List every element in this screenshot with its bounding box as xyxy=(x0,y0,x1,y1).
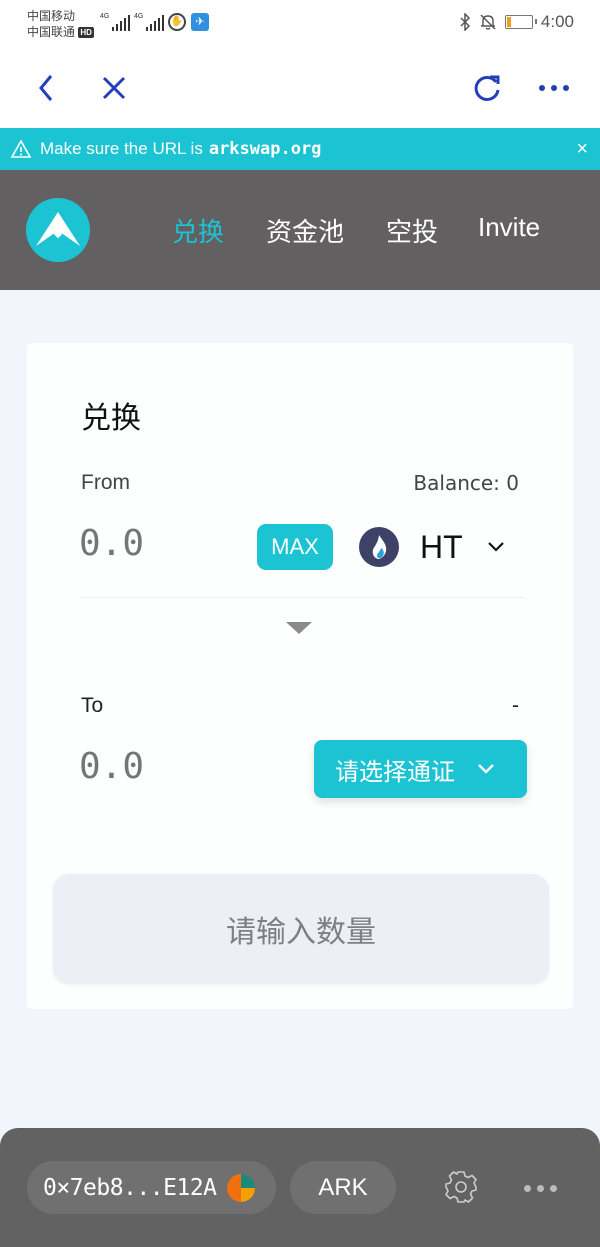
url-warning-domain: arkswap.org xyxy=(208,139,322,159)
carrier-2: 中国联通 xyxy=(27,25,76,39)
carrier-info: 中国移动 中国联通 HD xyxy=(27,8,94,40)
from-token-name: HT xyxy=(420,528,463,565)
close-page-button[interactable] xyxy=(96,70,132,106)
account-avatar-icon xyxy=(226,1173,255,1202)
account-button[interactable]: 0×7eb8...E12A xyxy=(27,1161,276,1214)
dot-icon xyxy=(536,1184,544,1192)
from-amount-input[interactable] xyxy=(79,523,229,564)
from-token-select[interactable]: HT xyxy=(359,524,519,570)
hand-icon: ✋ xyxy=(168,13,186,31)
swap-title: 兑换 xyxy=(81,402,141,435)
from-balance: Balance: 0 xyxy=(413,471,519,495)
chevron-down-icon xyxy=(487,542,504,552)
select-token-label: 请选择通证 xyxy=(335,758,455,786)
more-menu-button[interactable] xyxy=(536,70,572,106)
arkswap-logo[interactable] xyxy=(26,198,90,262)
select-token-button[interactable]: 请选择通证 xyxy=(314,740,527,798)
to-label: To xyxy=(81,694,104,717)
swap-direction-arrow-icon[interactable] xyxy=(286,622,312,634)
gear-icon xyxy=(445,1171,477,1203)
back-button[interactable] xyxy=(28,70,64,106)
account-address: 0×7eb8...E12A xyxy=(43,1174,217,1201)
status-bar: 中国移动 中国联通 HD 4G 4G ✋ ✈ 4:00 xyxy=(0,0,600,48)
logo-icon xyxy=(36,212,80,246)
close-icon[interactable]: × xyxy=(576,138,588,161)
enter-amount-button[interactable]: 请输入数量 xyxy=(53,874,549,984)
more-horizontal-icon xyxy=(539,85,569,91)
to-amount-input[interactable] xyxy=(79,746,229,787)
settings-button[interactable] xyxy=(443,1169,483,1207)
url-warning-banner: Make sure the URL is arkswap.org × xyxy=(0,128,600,170)
carrier-1: 中国移动 xyxy=(27,9,76,23)
dot-icon xyxy=(549,1184,557,1192)
signal-icon: 4G xyxy=(100,13,131,31)
swap-card: 兑换 From Balance: 0 MAX HT To - 请选择通证 请输入… xyxy=(27,343,573,1009)
from-label: From xyxy=(81,471,130,494)
ht-token-icon xyxy=(359,527,399,567)
browser-toolbar xyxy=(0,48,600,128)
more-options-button[interactable] xyxy=(520,1178,560,1198)
app-notification-icon: ✈ xyxy=(191,13,209,31)
dot-icon xyxy=(523,1184,531,1192)
nav-pool[interactable]: 资金池 xyxy=(266,212,344,249)
chevron-left-icon xyxy=(39,75,53,101)
signal-icon: 4G xyxy=(134,13,165,31)
bluetooth-icon xyxy=(460,13,470,31)
warning-icon xyxy=(10,139,32,158)
nav-invite[interactable]: Invite xyxy=(478,212,540,243)
chevron-down-icon xyxy=(478,764,494,774)
to-balance: - xyxy=(512,694,519,717)
network-button[interactable]: ARK xyxy=(290,1161,396,1214)
battery-icon xyxy=(504,15,537,29)
max-button[interactable]: MAX xyxy=(257,524,333,570)
bottom-bar: 0×7eb8...E12A ARK xyxy=(0,1128,600,1247)
nav-swap[interactable]: 兑换 xyxy=(172,212,224,249)
refresh-button[interactable] xyxy=(469,70,505,106)
divider xyxy=(81,597,525,598)
nav-airdrop[interactable]: 空投 xyxy=(386,212,438,249)
url-warning-message: Make sure the URL is xyxy=(40,139,203,158)
refresh-icon xyxy=(474,75,500,101)
app-header: 兑换 资金池 空投 Invite xyxy=(0,170,600,290)
bell-muted-icon xyxy=(480,14,496,30)
hd-badge: HD xyxy=(78,27,94,39)
close-icon xyxy=(102,76,126,100)
clock: 4:00 xyxy=(540,12,574,31)
